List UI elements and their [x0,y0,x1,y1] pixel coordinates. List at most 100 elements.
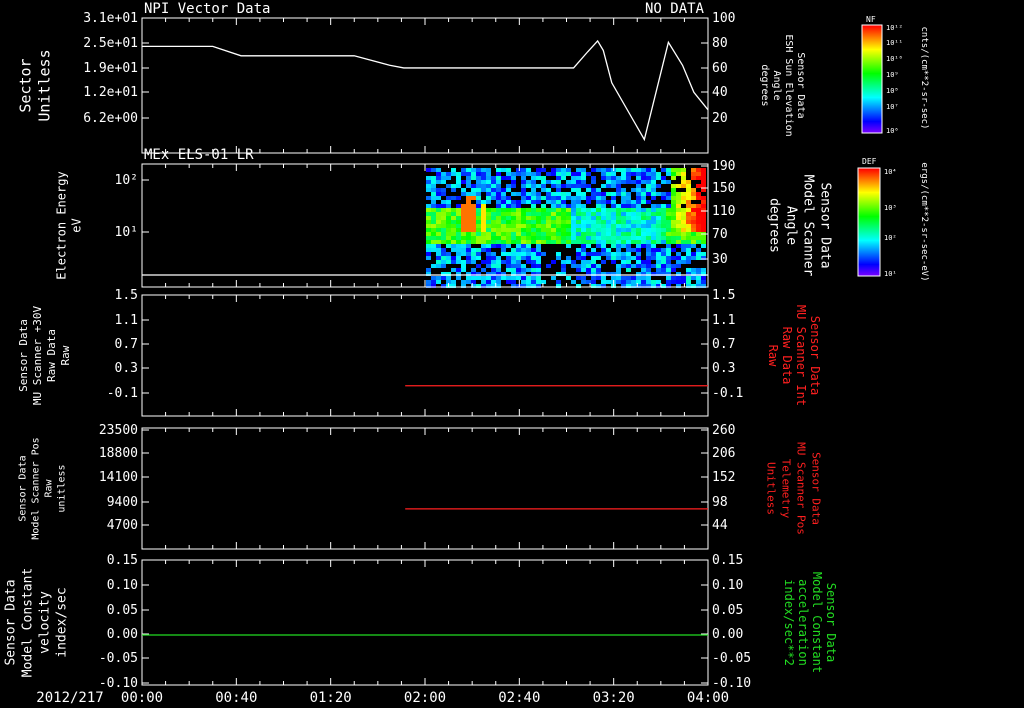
spectrogram-cell [681,228,686,232]
spectrogram-cell [701,280,706,284]
spectrogram-cell [556,252,561,256]
spectrogram-cell [466,200,471,204]
left-axis-label: Model Scanner Pos [31,437,42,539]
spectrogram-cell [656,256,661,260]
spectrogram-cell [626,168,631,172]
spectrogram-cell [501,204,506,208]
spectrogram-cell [596,240,601,244]
spectrogram-cell [476,240,481,244]
spectrogram-cell [446,212,451,216]
spectrogram-cell [656,212,661,216]
spectrogram-cell [561,208,566,212]
spectrogram-cell [576,196,581,200]
spectrogram-cell [446,204,451,208]
spectrogram-cell [646,236,651,240]
spectrogram-cell [661,168,666,172]
spectrogram-cell [571,280,576,284]
spectrogram-cell [536,192,541,196]
spectrogram-cell [686,240,691,244]
spectrogram-cell [466,208,471,212]
spectrogram-cell [581,184,586,188]
spectrogram-cell [676,252,681,256]
spectrogram-cell [531,264,536,268]
spectrogram-cell [576,224,581,228]
spectrogram-cell [601,172,606,176]
spectrogram-cell [426,220,431,224]
left-tick-label: 1.1 [115,313,138,328]
spectrogram-cell [426,204,431,208]
spectrogram-cell [571,172,576,176]
spectrogram-cell [566,232,571,236]
spectrogram-cell [701,224,706,228]
spectrogram-cell [551,232,556,236]
spectrogram-cell [676,220,681,224]
spectrogram-cell [606,248,611,252]
spectrogram-cell [441,228,446,232]
spectrogram-cell [441,276,446,280]
spectrogram-cell [666,212,671,216]
spectrogram-cell [436,216,441,220]
spectrogram-cell [666,252,671,256]
spectrogram-cell [541,208,546,212]
spectrogram-cell [496,204,501,208]
spectrogram-cell [566,220,571,224]
spectrogram-cell [691,208,696,212]
spectrogram-cell [496,244,501,248]
spectrogram-cell [586,232,591,236]
spectrogram-cell [456,212,461,216]
spectrogram-cell [531,248,536,252]
spectrogram-cell [696,224,701,228]
spectrogram-cell [561,228,566,232]
spectrogram-cell [491,256,496,260]
spectrogram-cell [431,232,436,236]
spectrogram-cell [491,236,496,240]
spectrogram-cell [701,180,706,184]
spectrogram-cell [546,240,551,244]
spectrogram-cell [526,276,531,280]
spectrogram-cell [531,224,536,228]
spectrogram-cell [596,188,601,192]
spectrogram-cell [481,260,486,264]
spectrogram-cell [666,244,671,248]
spectrogram-cell [576,192,581,196]
spectrogram-cell [436,192,441,196]
spectrogram-cell [651,232,656,236]
spectrogram-cell [566,228,571,232]
spectrogram-cell [541,176,546,180]
spectrogram-cell [681,172,686,176]
spectrogram-cell [531,256,536,260]
spectrogram-cell [576,256,581,260]
spectrogram-cell [441,236,446,240]
spectrogram-cell [671,204,676,208]
spectrogram-cell [446,208,451,212]
spectrogram-cell [701,176,706,180]
spectrogram-cell [451,172,456,176]
spectrogram-cell [471,228,476,232]
spectrogram-cell [506,196,511,200]
spectrogram-cell [556,172,561,176]
spectrogram-cell [661,216,666,220]
spectrogram-cell [496,260,501,264]
spectrogram-cell [436,256,441,260]
spectrogram-cell [436,244,441,248]
spectrogram-cell [506,276,511,280]
spectrogram-cell [641,200,646,204]
panel-frame-5 [141,559,709,686]
spectrogram-cell [616,180,621,184]
spectrogram-cell [526,260,531,264]
spectrogram-cell [671,212,676,216]
spectrogram-cell [501,224,506,228]
spectrogram-cell [571,224,576,228]
spectrogram-cell [661,248,666,252]
spectrogram-cell [546,216,551,220]
spectrogram-cell [486,236,491,240]
spectrogram-cell [436,240,441,244]
spectrogram-cell [466,168,471,172]
spectrogram-cell [541,196,546,200]
spectrogram-cell [561,240,566,244]
spectrogram-cell [666,268,671,272]
spectrogram-cell [631,240,636,244]
spectrogram-cell [516,232,521,236]
spectrogram-cell [526,228,531,232]
spectrogram-cell [426,184,431,188]
